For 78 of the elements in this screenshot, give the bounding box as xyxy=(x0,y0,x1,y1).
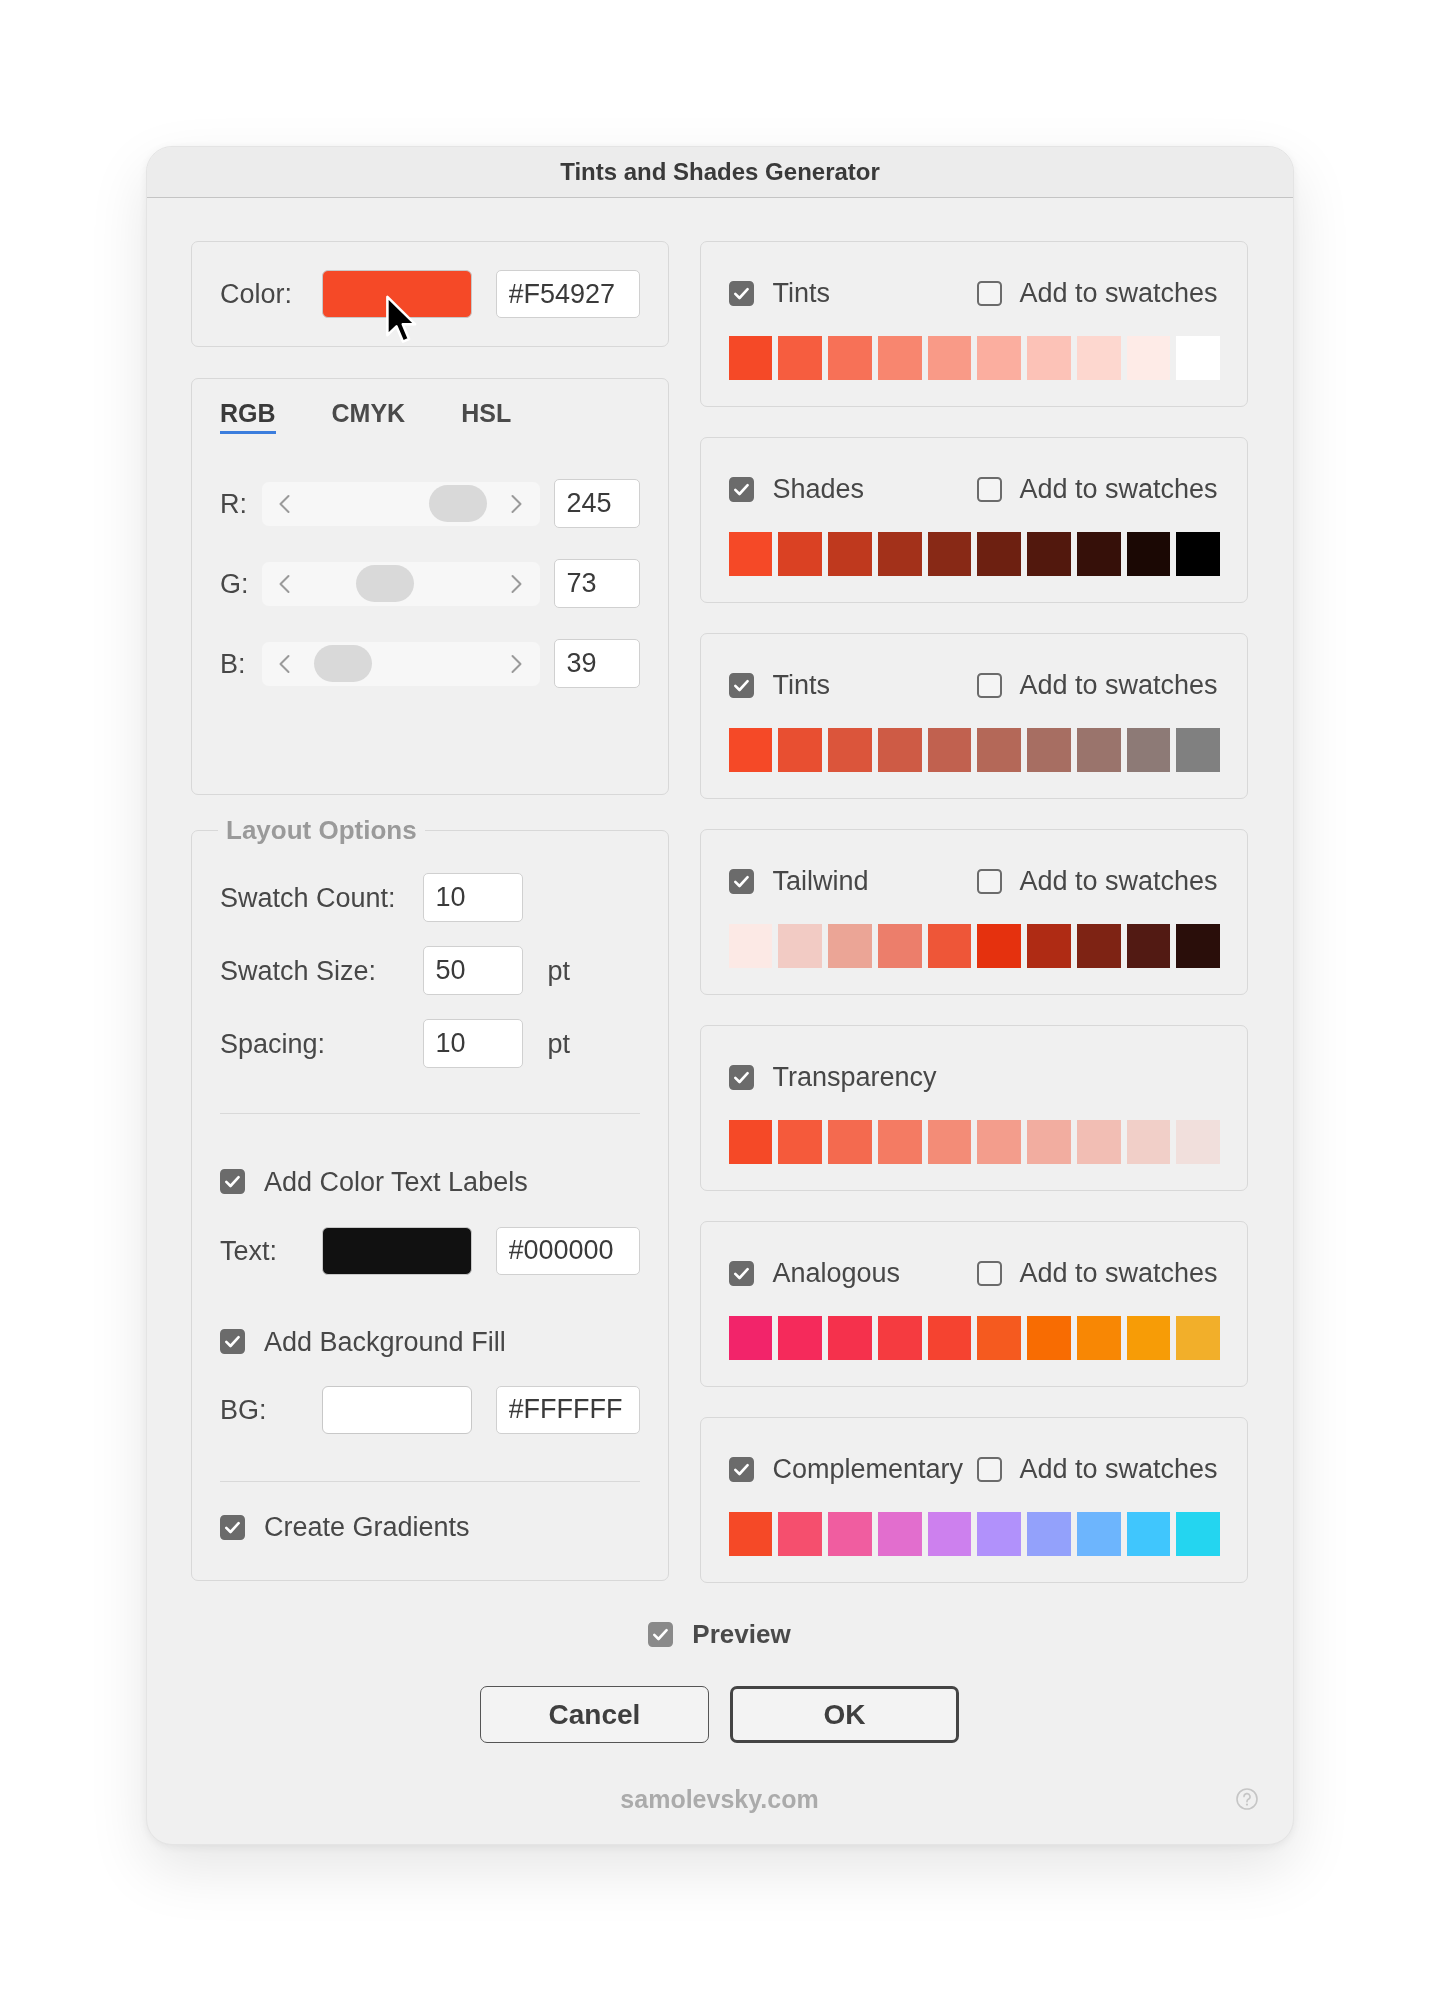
checkbox-label: Add to swatches xyxy=(1019,473,1218,506)
checkbox-label: Preview xyxy=(692,1618,791,1651)
checkbox[interactable] xyxy=(220,1329,245,1354)
checkbox[interactable] xyxy=(728,672,754,698)
checkbox-label: Tints xyxy=(772,277,830,310)
checkbox-label: Shades xyxy=(772,473,865,506)
channel-label: R: xyxy=(220,487,248,521)
checkbox[interactable] xyxy=(648,1621,674,1647)
channel-label: B: xyxy=(220,647,247,681)
field-label: Swatch Count: xyxy=(220,881,397,915)
chevron-right-icon[interactable] xyxy=(509,653,523,674)
checkbox[interactable] xyxy=(976,868,1002,894)
checkbox-label: Add to swatches xyxy=(1019,277,1218,310)
checkbox-label: Add to swatches xyxy=(1019,865,1218,898)
color-picker-button[interactable] xyxy=(321,270,472,318)
field-label: BG: xyxy=(220,1393,268,1427)
checkbox[interactable] xyxy=(976,672,1002,698)
checkbox[interactable] xyxy=(728,476,754,502)
checkbox-label: Add Color Text Labels xyxy=(264,1165,528,1199)
value-field[interactable]: 39 xyxy=(553,639,640,688)
slider-track[interactable] xyxy=(261,641,540,686)
checkbox-label: Tints xyxy=(772,669,830,702)
field-label: Swatch Size: xyxy=(220,954,378,988)
checkbox[interactable] xyxy=(220,1169,245,1194)
tab[interactable]: CMYK xyxy=(331,397,406,434)
checkbox[interactable] xyxy=(976,1260,1002,1286)
field-label: Text: xyxy=(220,1234,279,1268)
chevron-left-icon[interactable] xyxy=(277,493,291,514)
checkbox[interactable] xyxy=(728,868,754,894)
unit-label: pt xyxy=(547,1027,572,1061)
hex-field[interactable]: #000000 xyxy=(495,1226,640,1275)
window-title: Tints and Shades Generator xyxy=(560,157,880,187)
checkbox[interactable] xyxy=(728,280,754,306)
tab[interactable]: HSL xyxy=(461,397,512,434)
slider-track[interactable] xyxy=(261,561,540,606)
checkbox-label: Create Gradients xyxy=(264,1511,470,1544)
color-picker-button[interactable] xyxy=(321,1385,472,1434)
number-field[interactable]: 10 xyxy=(422,873,523,922)
checkbox-label: Add to swatches xyxy=(1019,1257,1218,1290)
checkbox-label: Tailwind xyxy=(772,865,869,898)
dialog-button[interactable]: Cancel xyxy=(480,1686,709,1743)
field-label: Spacing: xyxy=(220,1027,327,1061)
checkbox[interactable] xyxy=(728,1260,754,1286)
hex-field[interactable]: #F54927 xyxy=(495,270,640,318)
dialog-button[interactable]: OK xyxy=(730,1686,959,1743)
footer-text: samolevsky.com xyxy=(620,1784,819,1815)
checkbox[interactable] xyxy=(976,476,1002,502)
tab[interactable]: RGB xyxy=(220,397,276,434)
chevron-right-icon[interactable] xyxy=(509,493,523,514)
value-field[interactable]: 73 xyxy=(553,559,640,608)
checkbox-label: Transparency xyxy=(772,1061,937,1094)
checkbox[interactable] xyxy=(728,1456,754,1482)
checkbox-label: Add to swatches xyxy=(1019,1453,1218,1486)
checkbox[interactable] xyxy=(728,1064,754,1090)
panel-legend: Layout Options xyxy=(218,814,425,846)
chevron-right-icon[interactable] xyxy=(509,573,523,594)
number-field[interactable]: 10 xyxy=(422,1019,523,1068)
cursor-icon xyxy=(384,294,417,346)
slider-thumb[interactable] xyxy=(356,565,415,602)
checkbox[interactable] xyxy=(976,1456,1002,1482)
checkbox-label: Analogous xyxy=(772,1257,901,1290)
chevron-left-icon[interactable] xyxy=(277,573,291,594)
checkbox-label: Add to swatches xyxy=(1019,669,1218,702)
field-label: Color: xyxy=(220,278,294,311)
slider-thumb[interactable] xyxy=(428,485,487,522)
color-picker-button[interactable] xyxy=(321,1226,472,1275)
channel-label: G: xyxy=(220,567,250,601)
checkbox-label: Complementary xyxy=(772,1453,964,1486)
unit-label: pt xyxy=(547,954,572,988)
value-field[interactable]: 245 xyxy=(553,479,640,528)
checkbox-label: Add Background Fill xyxy=(264,1325,506,1359)
slider-track[interactable] xyxy=(261,481,540,526)
hex-field[interactable]: #FFFFFF xyxy=(495,1385,640,1434)
checkbox[interactable] xyxy=(220,1514,245,1540)
slider-thumb[interactable] xyxy=(314,645,373,682)
checkbox[interactable] xyxy=(976,280,1002,306)
number-field[interactable]: 50 xyxy=(422,946,523,995)
chevron-left-icon[interactable] xyxy=(277,653,291,674)
